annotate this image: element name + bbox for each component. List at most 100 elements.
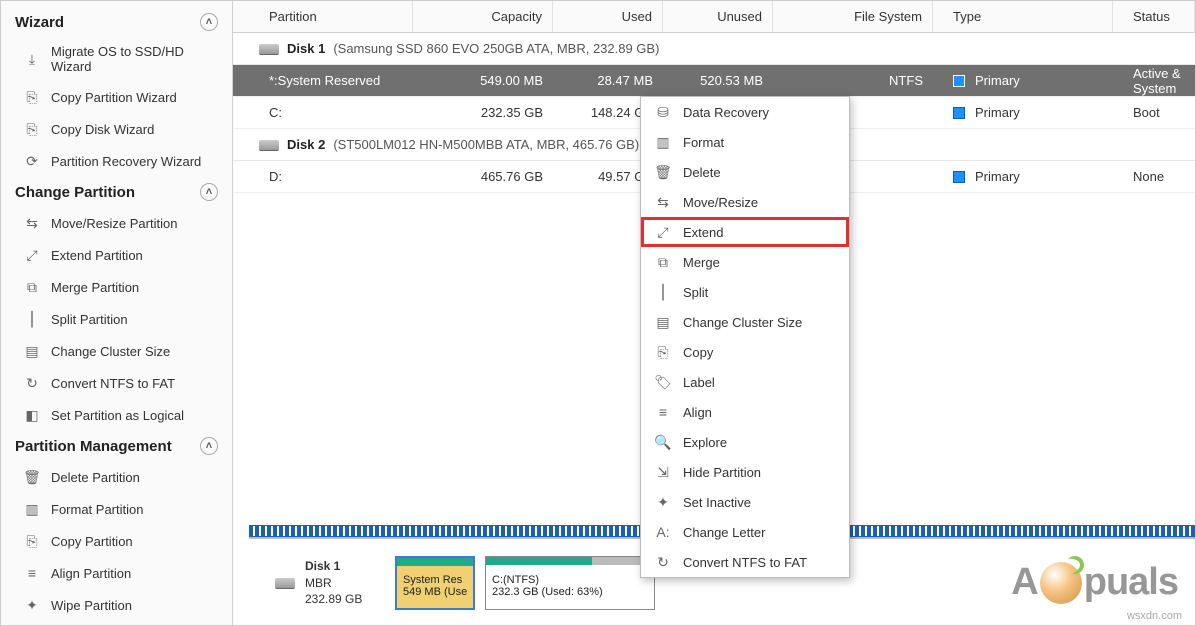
ctx-inactive[interactable]: ✦Set Inactive [641,487,849,517]
ctx-convert[interactable]: ↻Convert NTFS to FAT [641,547,849,577]
split-partition[interactable]: ⎮ Split Partition [1,303,232,335]
ctx-item-label: Move/Resize [683,195,758,210]
sidebar-item-label: Change Cluster Size [51,344,170,359]
ctx-letter[interactable]: A:Change Letter [641,517,849,547]
copy-partition[interactable]: ⎘Copy Partition [1,525,232,557]
col-type[interactable]: Type [933,1,1113,32]
col-status[interactable]: Status [1113,1,1195,32]
cell-type: Primary [933,99,1113,126]
sidebar-item-label: Convert NTFS to FAT [51,376,175,391]
cell-capacity: 549.00 MB [413,67,553,94]
copy-partition-wizard[interactable]: ⎘Copy Partition Wizard [1,81,232,113]
disk-sub: (ST500LM012 HN-M500MBB ATA, MBR, 465.76 … [333,137,639,152]
type-chip-icon [953,171,965,183]
ctx-hide-icon: ⇲ [655,464,671,480]
col-unused[interactable]: Unused [663,1,773,32]
partition-row[interactable]: *:System Reserved549.00 MB28.47 MB520.53… [233,65,1195,97]
cell-fs: NTFS [773,67,933,94]
ctx-item-label: Hide Partition [683,465,761,480]
copy-partition-wizard-icon: ⎘ [23,88,41,106]
sidebar-item-label: Copy Disk Wizard [51,122,154,137]
col-capacity[interactable]: Capacity [413,1,553,32]
ctx-item-label: Change Cluster Size [683,315,802,330]
ctx-copy[interactable]: ⎘Copy [641,337,849,367]
ctx-format-icon: ▥ [655,134,671,150]
delete-partition-icon: 🗑 [23,468,41,486]
sidebar-item-label: Set Partition as Logical [51,408,184,423]
disk-map-c[interactable]: C:(NTFS) 232.3 GB (Used: 63%) [485,556,655,610]
copy-disk-wizard[interactable]: ⎘Copy Disk Wizard [1,113,232,145]
app-window: Wizard˄⤓Migrate OS to SSD/HD Wizard⎘Copy… [0,0,1196,626]
ctx-split-icon: ⎮ [655,284,671,300]
ctx-item-label: Copy [683,345,713,360]
disk-map-reserved[interactable]: System Res 549 MB (Use [395,556,475,610]
format-partition[interactable]: ▥Format Partition [1,493,232,525]
ctx-data-recovery-icon: ⛁ [655,104,671,120]
collapse-icon[interactable]: ˄ [200,13,218,31]
extend-partition-icon: ⤢ [23,246,41,264]
ctx-cluster[interactable]: ▤Change Cluster Size [641,307,849,337]
wipe-partition[interactable]: ✦Wipe Partition [1,589,232,621]
move-resize-partition[interactable]: ⇆ Move/Resize Partition [1,207,232,239]
ctx-move-resize[interactable]: ⇆Move/Resize [641,187,849,217]
context-menu[interactable]: ⛁Data Recovery▥Format🗑Delete⇆Move/Resize… [640,96,850,578]
ctx-label[interactable]: 🏷Label [641,367,849,397]
sidebar-section-header[interactable]: Partition Management˄ [1,431,232,461]
set-label[interactable]: 🏷Set Label [1,621,232,625]
type-chip-icon [953,75,965,87]
ctx-item-label: Change Letter [683,525,765,540]
convert-ntfs-fat[interactable]: ↻Convert NTFS to FAT [1,367,232,399]
col-used[interactable]: Used [553,1,663,32]
ctx-align[interactable]: ≡Align [641,397,849,427]
sidebar-section-header[interactable]: Wizard˄ [1,7,232,37]
sidebar-item-label: Split Partition [51,312,128,327]
cell-status: None [1113,163,1195,190]
set-logical-icon: ◧ [23,406,41,424]
change-cluster-size[interactable]: ▤Change Cluster Size [1,335,232,367]
ctx-explore[interactable]: 🔍Explore [641,427,849,457]
disk-row[interactable]: Disk 1 (Samsung SSD 860 EVO 250GB ATA, M… [233,33,1195,65]
cell-type: Primary [933,163,1113,190]
ctx-split[interactable]: ⎮ Split [641,277,849,307]
merge-partition[interactable]: ⧉Merge Partition [1,271,232,303]
ctx-item-label: Merge [683,255,720,270]
ctx-item-label: Explore [683,435,727,450]
collapse-icon[interactable]: ˄ [200,437,218,455]
cell-capacity: 232.35 GB [413,99,553,126]
cell-partition: C: [233,99,413,126]
ctx-data-recovery[interactable]: ⛁Data Recovery [641,97,849,127]
extend-partition[interactable]: ⤢Extend Partition [1,239,232,271]
ctx-delete[interactable]: 🗑Delete [641,157,849,187]
sidebar-item-label: Align Partition [51,566,131,581]
split-partition-icon: ⎮ [23,310,41,328]
sidebar-section-header[interactable]: Change Partition˄ [1,177,232,207]
ctx-format[interactable]: ▥Format [641,127,849,157]
ctx-merge[interactable]: ⧉ Merge [641,247,849,277]
col-filesystem[interactable]: File System [773,1,933,32]
partition-recovery-wizard[interactable]: ⟳Partition Recovery Wizard [1,145,232,177]
ctx-merge-icon: ⧉ [655,254,671,270]
ctx-extend[interactable]: ⤢Extend [641,217,849,247]
collapse-icon[interactable]: ˄ [200,183,218,201]
cell-used: 28.47 MB [553,67,663,94]
sidebar-item-label: Move/Resize Partition [51,216,177,231]
col-partition[interactable]: Partition [233,1,413,32]
migrate-os-wizard[interactable]: ⤓Migrate OS to SSD/HD Wizard [1,37,232,81]
move-resize-partition-icon: ⇆ [23,214,41,232]
ctx-item-label: Set Inactive [683,495,751,510]
migrate-os-wizard-icon: ⤓ [23,50,41,68]
ctx-item-label: Split [683,285,708,300]
disk-icon [259,44,279,54]
watermark-pre: A [1011,561,1037,604]
cell-unused: 520.53 MB [663,67,773,94]
ctx-item-label: Delete [683,165,721,180]
cell-capacity: 465.76 GB [413,163,553,190]
ctx-item-label: Extend [683,225,723,240]
delete-partition[interactable]: 🗑Delete Partition [1,461,232,493]
reserved-sub: 549 MB (Use [403,586,467,598]
disk-map-label: Disk 1 [305,558,385,575]
ctx-hide[interactable]: ⇲ Hide Partition [641,457,849,487]
type-chip-icon [953,107,965,119]
set-logical[interactable]: ◧ Set Partition as Logical [1,399,232,431]
align-partition[interactable]: ≡Align Partition [1,557,232,589]
